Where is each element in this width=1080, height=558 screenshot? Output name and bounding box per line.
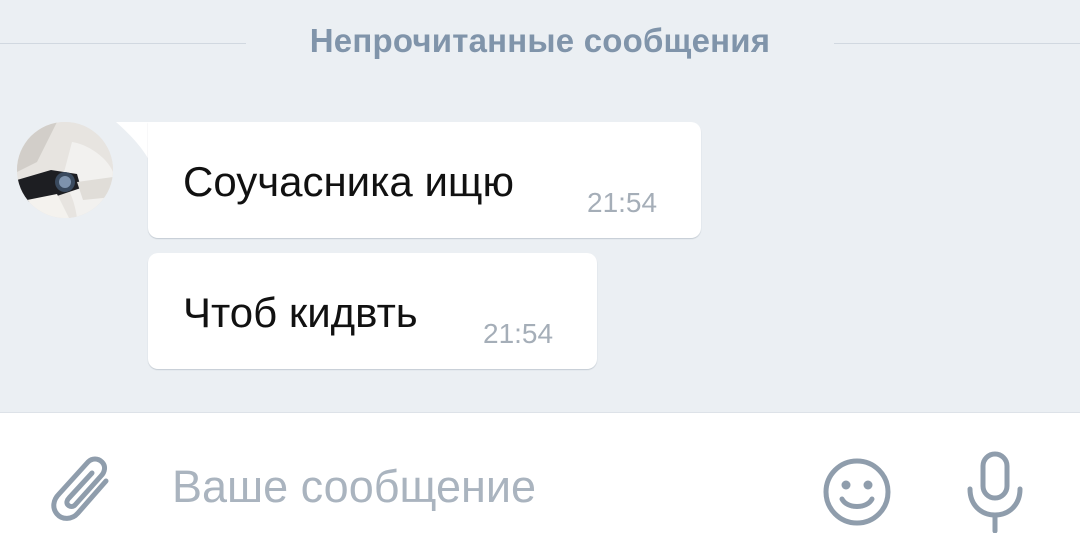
sender-avatar[interactable] [17,122,113,218]
message-bubble[interactable]: Соучасника ищю 21:54 [148,122,701,238]
smiley-icon[interactable] [822,457,892,527]
chat-history: Непрочитанные сообщения Соучасника ищю 2… [0,0,1080,412]
unread-messages-divider: Непрочитанные сообщения [0,18,1080,70]
message-composer [0,412,1080,558]
message-input[interactable] [172,457,772,517]
divider-line-right [834,43,1080,44]
microphone-icon[interactable] [962,451,1028,533]
paperclip-icon[interactable] [50,451,118,531]
message-timestamp: 21:54 [483,318,554,349]
message-timestamp: 21:54 [587,187,658,218]
message-bubble[interactable]: Чтоб кидвть 21:54 [148,253,597,369]
message-text: Чтоб кидвть [183,289,418,336]
message-text: Соучасника ищю [183,158,514,205]
divider-line-left [0,43,246,44]
avatar-photo [17,122,113,218]
unread-messages-label: Непрочитанные сообщения [309,22,771,59]
